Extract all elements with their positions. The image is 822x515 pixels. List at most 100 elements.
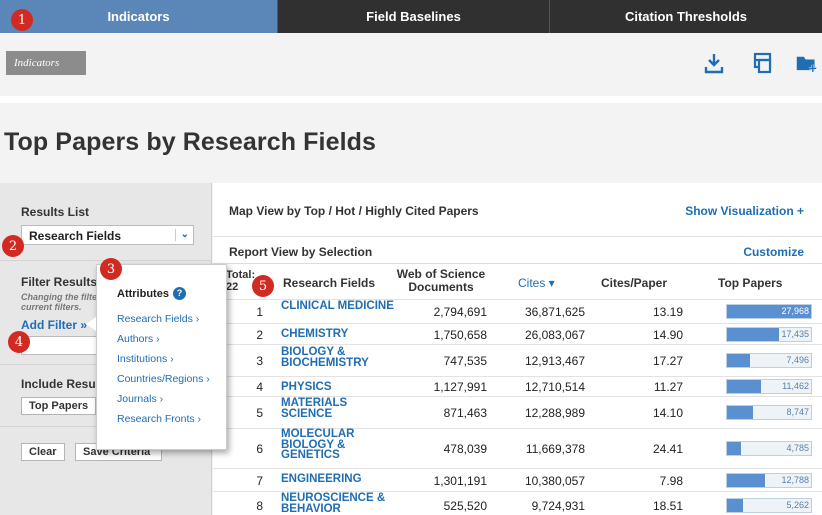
top-papers-value: 4,785 (786, 443, 809, 453)
row-rank: 8 (256, 499, 263, 513)
top-papers-bar-fill (727, 354, 750, 367)
marker-1: 1 (11, 9, 33, 31)
attribute-institutions[interactable]: Institutions › (117, 353, 174, 365)
print-icon[interactable] (751, 51, 775, 75)
add-folder-icon[interactable] (795, 51, 822, 75)
top-tabs: Indicators Field Baselines Citation Thre… (0, 0, 822, 33)
attributes-title: Attributes ? (117, 287, 186, 300)
row-cites-per-paper: 13.19 (652, 305, 683, 319)
include-top-papers[interactable]: Top Papers (21, 397, 97, 415)
table-row: 6 MOLECULAR BIOLOGY & GENETICS 478,039 11,6… (213, 428, 822, 468)
table-row: 1 CLINICAL MEDICINE 2,794,691 36,871,625 13.… (213, 299, 822, 323)
tab-field-baselines[interactable]: Field Baselines (277, 0, 549, 33)
top-papers-bar-fill (727, 474, 765, 487)
top-papers-bar-fill (727, 328, 779, 341)
row-documents: 747,535 (443, 354, 487, 368)
row-cites: 12,913,467 (524, 354, 585, 368)
row-cites-per-paper: 24.41 (652, 442, 683, 456)
show-visualization-link[interactable]: Show Visualization + (685, 204, 804, 218)
marker-4: 4 (8, 331, 30, 353)
row-cites-per-paper: 11.27 (653, 380, 683, 394)
chevron-down-icon: ⌄ (175, 229, 189, 241)
top-papers-bar: 4,785 (726, 441, 812, 456)
row-documents: 1,301,191 (433, 474, 487, 488)
page-title: Top Papers by Research Fields (4, 128, 377, 156)
attribute-research-fronts[interactable]: Research Fronts › (117, 413, 201, 425)
top-papers-value: 11,462 (782, 381, 809, 391)
row-cites: 12,710,514 (524, 380, 585, 394)
header-wos-documents[interactable]: Web of Science Documents (391, 268, 491, 294)
attributes-title-text: Attributes (117, 287, 169, 300)
table-row: 8 NEUROSCIENCE & BEHAVIOR 525,520 9,724,931… (213, 491, 822, 515)
filter-hint: Changing the filter current filters. (21, 292, 101, 312)
row-rank: 7 (256, 474, 263, 488)
row-rank: 2 (256, 328, 263, 342)
total-label: Total: (226, 269, 256, 281)
row-rank: 4 (256, 380, 263, 394)
help-icon[interactable]: ? (172, 287, 186, 300)
download-icon[interactable] (702, 51, 726, 75)
top-papers-bar-fill (727, 380, 761, 393)
top-papers-bar: 17,435 (726, 327, 812, 342)
row-rank: 5 (256, 406, 263, 420)
top-papers-bar: 27,968 (726, 304, 812, 319)
row-rank: 3 (256, 354, 263, 368)
top-papers-bar: 7,496 (726, 353, 812, 368)
row-documents: 1,750,658 (433, 328, 487, 342)
row-cites-per-paper: 18.51 (652, 499, 683, 513)
map-view-title: Map View by Top / Hot / Highly Cited Pap… (229, 204, 479, 218)
row-cites-per-paper: 14.10 (652, 406, 683, 420)
header-research-fields[interactable]: Research Fields (283, 277, 375, 290)
row-documents: 871,463 (443, 406, 487, 420)
top-papers-bar: 12,788 (726, 473, 812, 488)
report-bar: Report View by Selection Customize (213, 236, 822, 264)
row-cites: 36,871,625 (524, 305, 585, 319)
attribute-authors[interactable]: Authors › (117, 333, 160, 345)
row-rank: 1 (256, 305, 263, 319)
top-papers-bar: 5,262 (726, 498, 812, 513)
tab-citation-thresholds[interactable]: Citation Thresholds (549, 0, 822, 33)
main-panel: Map View by Top / Hot / Highly Cited Pap… (213, 183, 822, 515)
results-list-value: Research Fields (29, 229, 122, 243)
toolbar: Indicators (0, 33, 822, 95)
table-row: 3 BIOLOGY & BIOCHEMISTRY 747,535 12,913,467… (213, 344, 822, 376)
filter-input[interactable] (21, 336, 101, 355)
attribute-countries-regions[interactable]: Countries/Regions › (117, 373, 210, 385)
row-documents: 525,520 (443, 499, 487, 513)
results-list-select[interactable]: Research Fields ⌄ (21, 225, 194, 245)
table-row: 2 CHEMISTRY 1,750,658 26,083,067 14.90 17,435 (213, 323, 822, 344)
header-cites[interactable]: Cites ▾ (518, 277, 555, 290)
table-row: 7 ENGINEERING 1,301,191 10,380,057 7.98 12,78… (213, 468, 822, 491)
top-papers-value: 7,496 (786, 355, 809, 365)
customize-link[interactable]: Customize (743, 245, 804, 259)
top-papers-bar-fill (727, 406, 753, 419)
row-cites: 26,083,067 (524, 328, 585, 342)
row-cites: 10,380,057 (524, 474, 585, 488)
row-rank: 6 (256, 442, 263, 456)
tab-indicators[interactable]: Indicators (0, 0, 277, 33)
top-papers-bar: 11,462 (726, 379, 812, 394)
row-cites-per-paper: 7.98 (659, 474, 683, 488)
clear-button[interactable]: Clear (21, 443, 65, 461)
popup-pointer (86, 317, 96, 331)
header-top-papers[interactable]: Top Papers (718, 277, 782, 290)
marker-5: 5 (252, 275, 274, 297)
row-cites-per-paper: 14.90 (652, 328, 683, 342)
attribute-journals[interactable]: Journals › (117, 393, 163, 405)
table-row: 4 PHYSICS 1,127,991 12,710,514 11.27 11,462 (213, 376, 822, 396)
marker-3: 3 (100, 258, 122, 280)
top-papers-bar: 8,747 (726, 405, 812, 420)
row-documents: 478,039 (443, 442, 487, 456)
row-documents: 1,127,991 (433, 380, 487, 394)
marker-2: 2 (2, 235, 24, 257)
attribute-research-fields[interactable]: Research Fields › (117, 313, 199, 325)
header-cites-per-paper[interactable]: Cites/Paper (601, 277, 667, 290)
top-papers-value: 17,435 (781, 329, 809, 339)
top-papers-bar-fill (727, 499, 743, 512)
add-filter-link[interactable]: Add Filter » (21, 318, 87, 332)
row-cites: 11,669,378 (525, 442, 585, 456)
total-value: 22 (226, 281, 239, 293)
table-row: 5 MATERIALS SCIENCE 871,463 12,288,989 14.10… (213, 396, 822, 428)
breadcrumb: Indicators (6, 51, 86, 75)
total-count: Total: 22 (226, 269, 255, 293)
